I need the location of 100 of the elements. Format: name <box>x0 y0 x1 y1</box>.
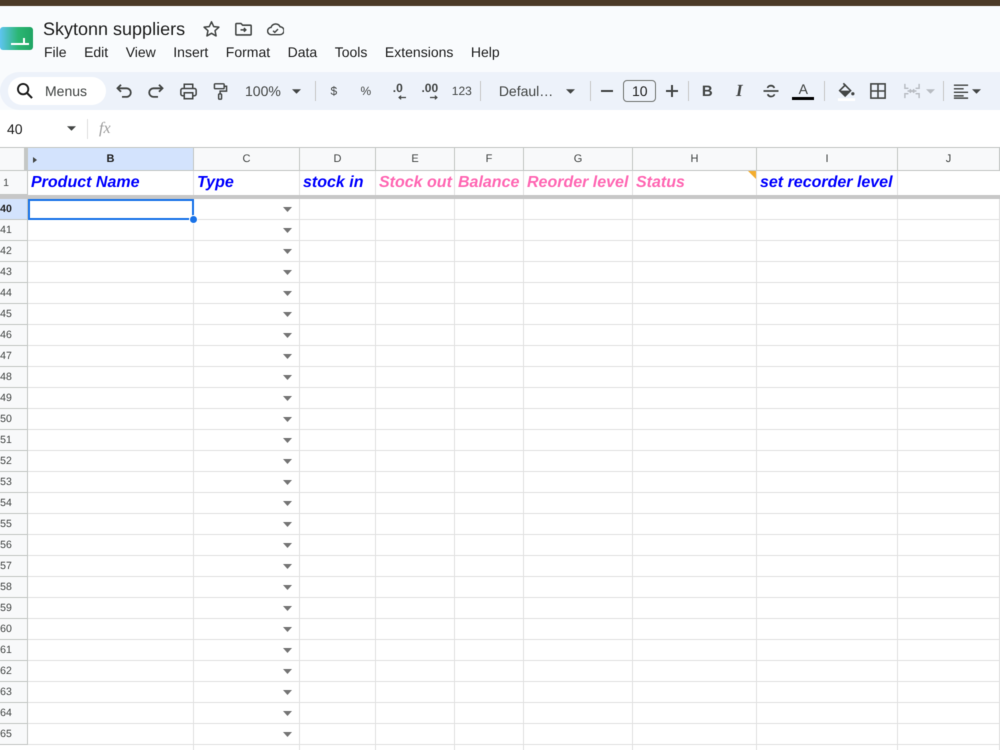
dropdown-caret-icon[interactable] <box>283 648 292 653</box>
dropdown-caret-icon[interactable] <box>283 669 292 674</box>
dropdown-caret-icon[interactable] <box>283 459 292 464</box>
row-number[interactable]: 42 <box>0 241 28 262</box>
italic-button[interactable]: I <box>725 77 754 105</box>
row-number[interactable]: 52 <box>0 451 28 472</box>
row-number[interactable]: 50 <box>0 409 28 430</box>
row-number[interactable]: 54 <box>0 493 28 514</box>
row-number[interactable]: 59 <box>0 598 28 619</box>
dropdown-caret-icon[interactable] <box>283 564 292 569</box>
menu-item[interactable]: Tools <box>330 43 372 61</box>
row-number[interactable]: 55 <box>0 514 28 535</box>
dropdown-caret-icon[interactable] <box>283 228 292 233</box>
borders-icon[interactable] <box>870 83 886 99</box>
star-icon[interactable] <box>203 21 220 37</box>
row-number[interactable]: 49 <box>0 388 28 409</box>
row-number[interactable]: 63 <box>0 682 28 703</box>
dropdown-caret-icon[interactable] <box>283 543 292 548</box>
column-header[interactable]: B <box>28 147 194 171</box>
row-number[interactable]: 40 <box>0 199 28 220</box>
column-header[interactable]: C <box>194 147 300 171</box>
dropdown-caret-icon[interactable] <box>283 312 292 317</box>
dropdown-caret-icon[interactable] <box>283 291 292 296</box>
expand-arrow-icon[interactable] <box>33 157 37 163</box>
row-number[interactable]: 57 <box>0 556 28 577</box>
zoom-dropdown[interactable]: 100% <box>238 77 311 105</box>
more-formats-button[interactable]: 123 <box>448 77 476 105</box>
plus-icon[interactable] <box>666 85 678 97</box>
dropdown-caret-icon[interactable] <box>283 480 292 485</box>
bold-button[interactable]: B <box>693 77 722 105</box>
menu-item[interactable]: File <box>40 43 71 61</box>
menu-item[interactable]: Insert <box>169 43 212 61</box>
dropdown-caret-icon[interactable] <box>283 501 292 506</box>
paint-bucket-icon[interactable] <box>836 82 856 100</box>
undo-icon[interactable] <box>116 83 132 99</box>
document-title[interactable]: Skytonn suppliers <box>43 18 186 40</box>
font-size-field[interactable]: 10 <box>623 80 656 102</box>
menu-item[interactable]: Edit <box>80 43 112 61</box>
dropdown-caret-icon[interactable] <box>283 522 292 527</box>
percent-format-button[interactable]: % <box>352 77 380 105</box>
dropdown-caret-icon[interactable] <box>283 585 292 590</box>
menu-item[interactable]: View <box>122 43 160 61</box>
currency-format-button[interactable]: $ <box>320 77 348 105</box>
redo-icon[interactable] <box>148 83 164 99</box>
dropdown-caret-icon[interactable] <box>283 375 292 380</box>
cloud-check-icon[interactable] <box>267 21 284 37</box>
row-number[interactable]: 56 <box>0 535 28 556</box>
strikethrough-icon[interactable] <box>763 83 780 99</box>
dropdown-caret-icon[interactable] <box>283 438 292 443</box>
row-number[interactable]: 61 <box>0 640 28 661</box>
column-header[interactable]: J <box>898 147 1000 171</box>
row-number[interactable]: 45 <box>0 304 28 325</box>
menu-item[interactable]: Help <box>466 43 504 61</box>
menu-item[interactable]: Data <box>284 43 322 61</box>
column-header[interactable]: H <box>633 147 757 171</box>
dropdown-caret-icon[interactable] <box>283 333 292 338</box>
row-number[interactable]: 43 <box>0 262 28 283</box>
row-number[interactable]: 41 <box>0 220 28 241</box>
row-number[interactable]: 62 <box>0 661 28 682</box>
column-header[interactable]: E <box>376 147 455 171</box>
dropdown-caret-icon[interactable] <box>283 627 292 632</box>
row-number[interactable]: 58 <box>0 577 28 598</box>
minus-icon[interactable] <box>601 90 614 92</box>
row-number[interactable]: 48 <box>0 367 28 388</box>
row-number[interactable]: 44 <box>0 283 28 304</box>
menu-item[interactable]: Format <box>222 43 274 61</box>
dropdown-caret-icon[interactable] <box>283 270 292 275</box>
row-number[interactable]: 65 <box>0 724 28 745</box>
dropdown-caret-icon[interactable] <box>283 690 292 695</box>
row-number[interactable]: 1 <box>0 171 28 195</box>
dropdown-caret-icon[interactable] <box>283 354 292 359</box>
column-header[interactable]: F <box>455 147 524 171</box>
name-box[interactable]: 40 <box>0 114 82 142</box>
row-number[interactable]: 53 <box>0 472 28 493</box>
dropdown-caret-icon[interactable] <box>283 417 292 422</box>
column-header[interactable]: I <box>757 147 898 171</box>
dropdown-caret-icon[interactable] <box>283 732 292 737</box>
column-header[interactable]: D <box>300 147 376 171</box>
column-header[interactable]: G <box>524 147 633 171</box>
increase-decimals-button[interactable]: .00 <box>416 77 444 105</box>
paint-roller-icon[interactable] <box>212 82 228 100</box>
spreadsheet-logo-icon[interactable] <box>0 27 33 50</box>
menu-search-field[interactable]: Menus <box>8 77 106 105</box>
row-number[interactable]: 60 <box>0 619 28 640</box>
text-color-button[interactable]: A <box>789 77 818 105</box>
fill-handle-icon[interactable] <box>189 215 198 224</box>
row-number[interactable]: 64 <box>0 703 28 724</box>
folder-arrow-icon[interactable] <box>235 21 252 37</box>
print-icon[interactable] <box>180 82 196 100</box>
row-number[interactable]: 51 <box>0 430 28 451</box>
dropdown-caret-icon[interactable] <box>283 249 292 254</box>
row-number[interactable]: 46 <box>0 325 28 346</box>
dropdown-caret-icon[interactable] <box>283 396 292 401</box>
decrease-decimals-button[interactable]: .0 <box>384 77 412 105</box>
row-number[interactable]: 47 <box>0 346 28 367</box>
dropdown-caret-icon[interactable] <box>283 207 292 212</box>
dropdown-caret-icon[interactable] <box>283 606 292 611</box>
font-dropdown[interactable]: Defaul… <box>484 77 586 105</box>
menu-item[interactable]: Extensions <box>380 43 458 61</box>
dropdown-caret-icon[interactable] <box>283 711 292 716</box>
